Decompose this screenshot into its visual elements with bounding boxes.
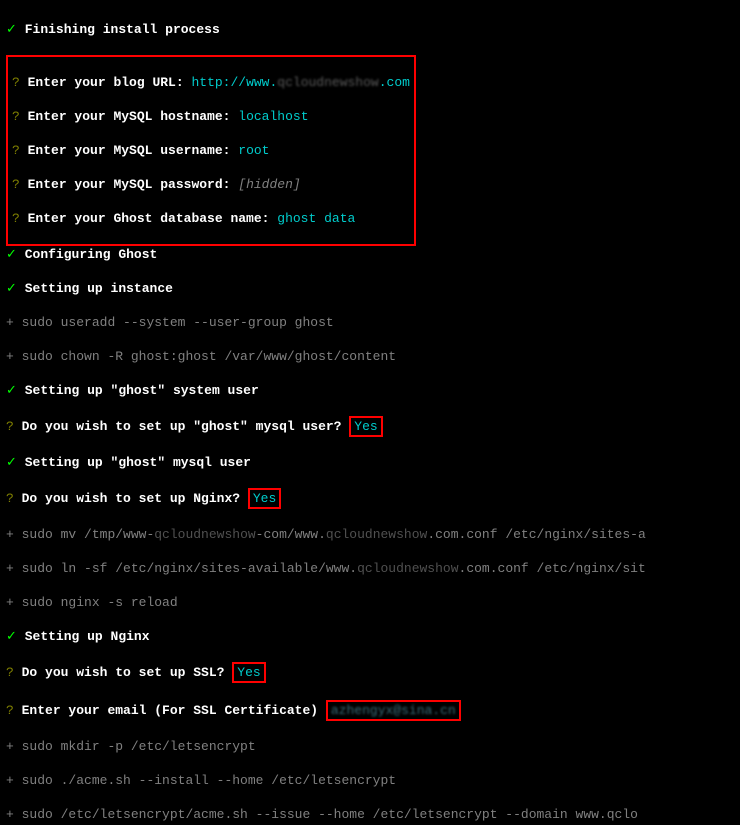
status-text: Setting up instance	[25, 281, 173, 296]
sudo-command: sudo ln -sf /etc/nginx/sites-available/w…	[22, 561, 646, 576]
prompt-mysql-user: Enter your MySQL username:	[28, 143, 231, 158]
mysql-user-input[interactable]: root	[238, 143, 269, 158]
mysql-host-input[interactable]: localhost	[238, 109, 308, 124]
prompt-ssl-email: Enter your email (For SSL Certificate)	[22, 703, 318, 718]
sudo-command: sudo mv /tmp/www-qcloudnewshow-com/www.q…	[22, 527, 646, 542]
prompt-nginx: Do you wish to set up Nginx?	[22, 491, 240, 506]
prompt-db-name: Enter your Ghost database name:	[28, 211, 270, 226]
ssl-email-input[interactable]: azhengyx@sina.cn	[326, 700, 461, 721]
ghost-db-input[interactable]: ghost data	[277, 211, 355, 226]
terminal-output: ✓ Finishing install process ? Enter your…	[0, 0, 740, 825]
answer-yes[interactable]: Yes	[248, 488, 281, 509]
prompt-mysql-pass: Enter your MySQL password:	[28, 177, 231, 192]
status-text: Setting up Nginx	[25, 629, 150, 644]
blog-url-input[interactable]: http://www.qcloudnewshow.com	[191, 75, 409, 90]
answer-yes[interactable]: Yes	[232, 662, 265, 683]
prompt-blog-url: Enter your blog URL:	[28, 75, 184, 90]
mysql-pass-input[interactable]: [hidden]	[238, 177, 300, 192]
status-text: Configuring Ghost	[25, 247, 158, 262]
sudo-command: sudo ./acme.sh --install --home /etc/let…	[22, 773, 396, 788]
status-text: Setting up "ghost" system user	[25, 383, 259, 398]
install-prompts-group: ? Enter your blog URL: http://www.qcloud…	[6, 55, 416, 246]
sudo-command: sudo chown -R ghost:ghost /var/www/ghost…	[22, 349, 396, 364]
status-text: Setting up "ghost" mysql user	[25, 455, 251, 470]
prompt-ssl: Do you wish to set up SSL?	[22, 665, 225, 680]
sudo-command: sudo nginx -s reload	[22, 595, 178, 610]
status-text: Finishing install process	[25, 22, 220, 37]
answer-yes[interactable]: Yes	[349, 416, 382, 437]
prompt-ghost-mysql-user: Do you wish to set up "ghost" mysql user…	[22, 419, 342, 434]
sudo-command: sudo mkdir -p /etc/letsencrypt	[22, 739, 256, 754]
sudo-command: sudo /etc/letsencrypt/acme.sh --issue --…	[22, 807, 638, 822]
sudo-command: sudo useradd --system --user-group ghost	[22, 315, 334, 330]
prompt-mysql-host: Enter your MySQL hostname:	[28, 109, 231, 124]
